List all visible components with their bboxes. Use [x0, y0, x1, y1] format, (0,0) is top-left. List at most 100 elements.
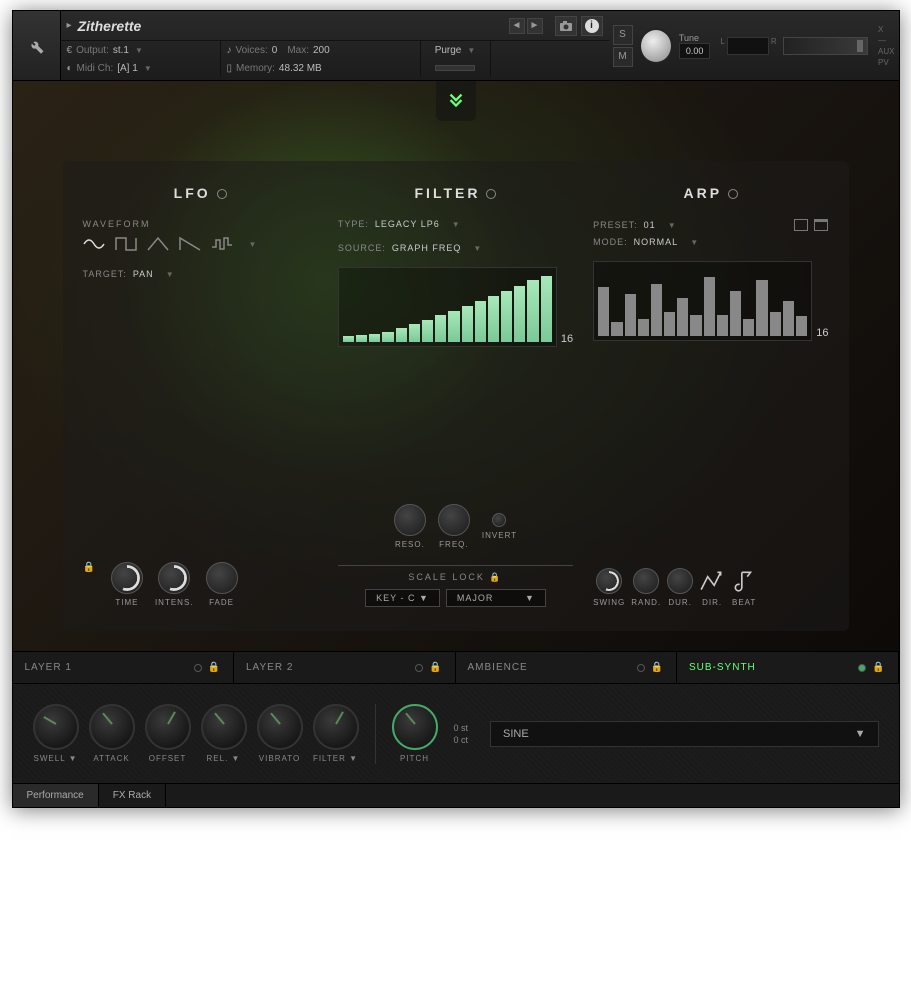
- lock-icon[interactable]: 🔒: [651, 662, 664, 673]
- semitone-value[interactable]: 0 st: [454, 723, 469, 733]
- filter-step-bar[interactable]: [409, 324, 420, 342]
- target-value[interactable]: PAN: [133, 269, 154, 279]
- filter-step-bar[interactable]: [501, 291, 512, 342]
- filter-step-bar[interactable]: [448, 311, 459, 343]
- arp-step-bar[interactable]: [783, 301, 794, 336]
- scale-mode-select[interactable]: MAJOR ▼: [446, 589, 546, 607]
- lock-icon[interactable]: 🔒: [208, 662, 221, 673]
- pan-control[interactable]: [727, 37, 769, 55]
- filter-step-bar[interactable]: [382, 332, 393, 343]
- dropdown-icon[interactable]: ▼: [473, 244, 482, 253]
- attack-knob[interactable]: [89, 704, 135, 750]
- triangle-wave-icon[interactable]: [147, 235, 169, 253]
- open-icon[interactable]: [814, 219, 828, 231]
- dropdown-icon[interactable]: ▼: [249, 240, 257, 249]
- beat-icon[interactable]: [731, 568, 757, 594]
- save-icon[interactable]: [794, 219, 808, 231]
- filter-step-bar[interactable]: [527, 280, 538, 342]
- purge-button[interactable]: Purge: [435, 45, 462, 56]
- filter-step-bar[interactable]: [541, 276, 552, 343]
- tune-value[interactable]: 0.00: [679, 43, 711, 59]
- pv-button[interactable]: PV: [878, 58, 894, 67]
- filter-step-bar[interactable]: [356, 335, 367, 342]
- reso-knob[interactable]: [394, 504, 426, 536]
- arp-step-bar[interactable]: [743, 319, 754, 337]
- release-knob[interactable]: [201, 704, 247, 750]
- midi-value[interactable]: [A] 1: [117, 63, 138, 74]
- filter-knob[interactable]: [313, 704, 359, 750]
- fade-knob[interactable]: [206, 562, 238, 594]
- lock-icon[interactable]: 🔒: [872, 662, 885, 673]
- lock-icon[interactable]: 🔒: [83, 562, 95, 607]
- type-value[interactable]: LEGACY LP6: [375, 219, 440, 229]
- info-button[interactable]: i: [581, 16, 603, 36]
- arp-step-bar[interactable]: [796, 316, 807, 336]
- arp-step-bar[interactable]: [717, 315, 728, 336]
- aux-button[interactable]: AUX: [878, 47, 894, 56]
- arp-graph[interactable]: [593, 261, 812, 341]
- swell-knob[interactable]: [33, 704, 79, 750]
- time-knob[interactable]: [111, 562, 143, 594]
- vibrato-knob[interactable]: [257, 704, 303, 750]
- arp-step-bar[interactable]: [756, 280, 767, 336]
- lock-icon[interactable]: 🔒: [489, 572, 502, 582]
- source-value[interactable]: GRAPH FREQ: [392, 243, 462, 253]
- expand-icon[interactable]: ▸: [67, 20, 72, 31]
- max-value[interactable]: 200: [313, 45, 330, 56]
- solo-button[interactable]: S: [613, 25, 633, 45]
- ambience-tab[interactable]: AMBIENCE🔒: [456, 652, 678, 683]
- output-value[interactable]: st.1: [113, 45, 129, 56]
- settings-button[interactable]: [13, 11, 61, 80]
- filter-graph[interactable]: [338, 267, 557, 347]
- filter-step-bar[interactable]: [396, 328, 407, 342]
- filter-step-bar[interactable]: [488, 296, 499, 342]
- filter-step-bar[interactable]: [343, 336, 354, 342]
- rand-knob[interactable]: [633, 568, 659, 594]
- arp-step-bar[interactable]: [651, 284, 662, 337]
- random-wave-icon[interactable]: [211, 235, 233, 253]
- lfo-enable-toggle[interactable]: [217, 189, 227, 199]
- filter-step-bar[interactable]: [422, 320, 433, 342]
- preset-value[interactable]: 01: [644, 220, 656, 230]
- dropdown-icon[interactable]: ▼: [166, 270, 175, 279]
- next-preset-button[interactable]: ►: [527, 18, 543, 34]
- intensity-knob[interactable]: [158, 562, 190, 594]
- volume-slider[interactable]: [783, 37, 868, 55]
- mode-value[interactable]: NORMAL: [634, 237, 679, 247]
- arp-step-bar[interactable]: [638, 319, 649, 337]
- cents-value[interactable]: 0 ct: [454, 735, 469, 745]
- scale-key-select[interactable]: KEY - C ▼: [365, 589, 440, 607]
- freq-knob[interactable]: [438, 504, 470, 536]
- arp-step-bar[interactable]: [690, 315, 701, 336]
- oscillator-select[interactable]: SINE▼: [490, 721, 878, 747]
- arp-step-bar[interactable]: [704, 277, 715, 337]
- layer-2-tab[interactable]: LAYER 2🔒: [234, 652, 456, 683]
- saw-wave-icon[interactable]: [179, 235, 201, 253]
- prev-preset-button[interactable]: ◄: [509, 18, 525, 34]
- dropdown-icon[interactable]: ▼: [668, 221, 677, 230]
- direction-icon[interactable]: [699, 568, 725, 594]
- snapshot-button[interactable]: [555, 16, 577, 36]
- filter-step-bar[interactable]: [369, 334, 380, 342]
- dropdown-icon[interactable]: ▼: [690, 238, 699, 247]
- arp-step-bar[interactable]: [598, 287, 609, 336]
- filter-enable-toggle[interactable]: [486, 189, 496, 199]
- invert-toggle[interactable]: [492, 513, 506, 527]
- filter-step-bar[interactable]: [514, 286, 525, 342]
- mute-button[interactable]: M: [613, 47, 633, 67]
- dropdown-icon[interactable]: ▼: [467, 46, 475, 55]
- arp-step-bar[interactable]: [677, 298, 688, 337]
- dur-knob[interactable]: [667, 568, 693, 594]
- dropdown-icon[interactable]: ▼: [144, 64, 152, 73]
- sine-wave-icon[interactable]: [83, 235, 105, 253]
- filter-step-bar[interactable]: [435, 315, 446, 342]
- offset-knob[interactable]: [145, 704, 191, 750]
- collapse-button[interactable]: [436, 81, 476, 121]
- lock-icon[interactable]: 🔒: [429, 662, 442, 673]
- fx-rack-tab[interactable]: FX Rack: [99, 784, 166, 807]
- square-wave-icon[interactable]: [115, 235, 137, 253]
- sub-synth-tab[interactable]: SUB-SYNTH🔒: [677, 652, 899, 683]
- swing-knob[interactable]: [596, 568, 622, 594]
- performance-tab[interactable]: Performance: [13, 784, 99, 807]
- arp-enable-toggle[interactable]: [728, 189, 738, 199]
